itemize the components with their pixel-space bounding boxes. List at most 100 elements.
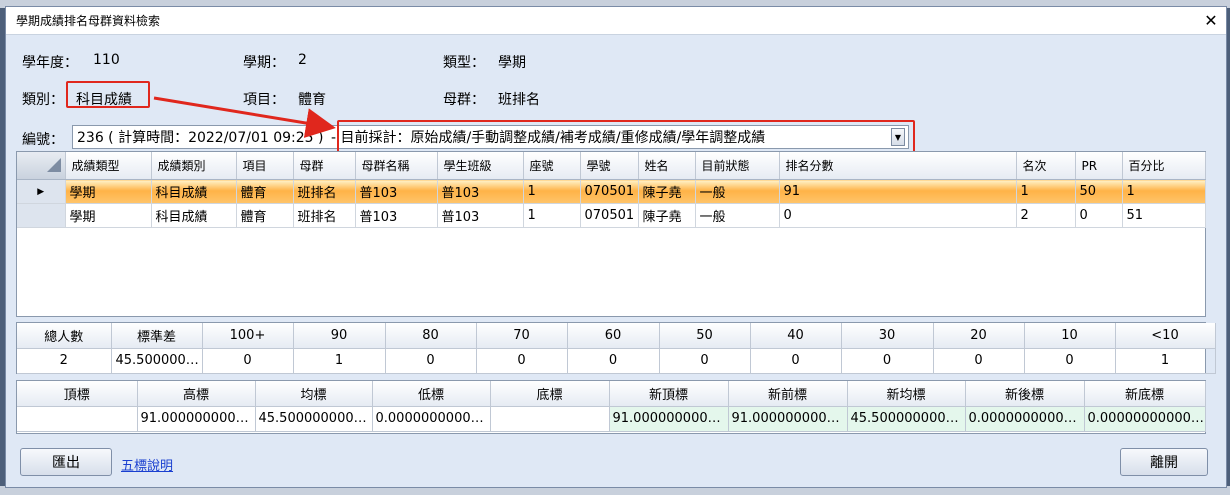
table-cell[interactable]: 學期 [65,203,152,228]
row-header[interactable] [17,203,66,228]
five-marks-header: 新前標 [728,381,848,407]
distribution-value: 0 [750,348,842,374]
distribution-value: 0 [385,348,477,374]
distribution-value: 2 [17,348,112,374]
table-cell[interactable]: 1 [523,179,581,204]
table-cell[interactable]: 科目成績 [151,203,237,228]
distribution-header: 50 [659,323,751,349]
table-cell[interactable]: 1 [1016,179,1076,204]
close-button[interactable]: 離開 [1120,448,1208,476]
export-button[interactable]: 匯出 [20,448,112,476]
distribution-header: <10 [1115,323,1216,349]
distribution-value: 0 [476,348,568,374]
table-cell[interactable]: 50 [1075,179,1123,204]
distribution-header: 10 [1024,323,1116,349]
grid-column-header[interactable]: 名次 [1016,152,1076,180]
table-cell[interactable]: 070501 [580,203,639,228]
distribution-header-row: 總人數 標準差 100+ 90 80 70 60 50 40 30 20 10 <10 [17,323,1216,349]
grid-column-header[interactable]: 母群名稱 [355,152,438,180]
distribution-header: 70 [476,323,568,349]
distribution-table: 總人數 標準差 100+ 90 80 70 60 50 40 30 20 10 <10 2 45.5000… [16,322,1216,374]
table-cell[interactable]: 0 [1075,203,1123,228]
table-cell[interactable]: 體育 [236,203,294,228]
table-row[interactable]: ▶ 學期 科目成績 體育 班排名 普103 普103 1 070501 陳子堯 一般 91 1 50 1 [17,179,1206,204]
table-cell[interactable]: 070501 [580,179,639,204]
distribution-value: 1 [293,348,386,374]
row-header[interactable]: ▶ [17,179,66,204]
five-marks-header: 新底標 [1084,381,1206,407]
table-cell[interactable]: 2 [1016,203,1076,228]
grid-column-header[interactable]: 目前狀態 [695,152,780,180]
grid-column-header[interactable]: 學號 [580,152,639,180]
distribution-header: 20 [933,323,1025,349]
table-cell[interactable]: 一般 [695,179,780,204]
table-cell[interactable]: 0 [779,203,1017,228]
table-cell[interactable]: 1 [1122,179,1206,204]
five-marks-help-link[interactable]: 五標說明 [121,455,173,474]
distribution-header: 30 [841,323,934,349]
grid-column-header[interactable]: 項目 [236,152,294,180]
five-marks-value: 0.00000000000… [1084,406,1206,432]
table-cell[interactable]: 科目成績 [151,179,237,204]
distribution-value: 0 [202,348,294,374]
distribution-value: 0 [841,348,934,374]
five-marks-header: 高標 [137,381,256,407]
distribution-header: 90 [293,323,386,349]
five-marks-value: 91.0000000000… [137,406,256,432]
table-cell[interactable]: 陳子堯 [638,179,696,204]
grid-column-header[interactable]: 百分比 [1122,152,1206,180]
five-marks-header-row: 頂標 高標 均標 低標 底標 新頂標 新前標 新均標 新後標 新底標 [17,381,1206,407]
distribution-header: 總人數 [17,323,112,349]
grid-column-header[interactable]: 成績類別 [151,152,237,180]
rank-data-grid: 成績類型 成績類別 項目 母群 母群名稱 學生班級 座號 學號 姓名 目前狀態 排名分數 名次 PR 百分… [16,151,1206,317]
grid-column-header[interactable]: 排名分數 [779,152,1017,180]
table-cell[interactable]: 普103 [355,179,438,204]
grid-column-header[interactable]: 座號 [523,152,581,180]
five-marks-value-row: 91.0000000000… 45.5000000000… 0.0000000000… [17,406,1206,432]
distribution-value: 0 [659,348,751,374]
grid-column-header[interactable]: 母群 [293,152,356,180]
grid-column-header[interactable]: 學生班級 [437,152,524,180]
five-marks-header: 新後標 [965,381,1085,407]
table-cell[interactable]: 1 [523,203,581,228]
five-marks-header: 均標 [255,381,373,407]
distribution-value: 0 [933,348,1025,374]
five-marks-value: 45.5000000000… [255,406,373,432]
table-row[interactable]: 學期 科目成績 體育 班排名 普103 普103 1 070501 陳子堯 一般 0 2 0 51 [17,203,1206,228]
distribution-value: 1 [1115,348,1216,374]
five-marks-value: 0.00000000000… [372,406,491,432]
table-cell[interactable]: 普103 [355,203,438,228]
distribution-value: 45.500000… [111,348,203,374]
table-cell[interactable]: 91 [779,179,1017,204]
five-marks-value [490,406,610,432]
grid-column-header[interactable]: 成績類型 [65,152,152,180]
distribution-header: 60 [567,323,660,349]
distribution-header: 標準差 [111,323,203,349]
table-cell[interactable]: 班排名 [293,179,356,204]
five-marks-value: 0.00000000000… [965,406,1085,432]
table-cell[interactable]: 普103 [437,203,524,228]
table-cell[interactable]: 學期 [65,179,152,204]
distribution-value-row: 2 45.500000… 0 1 0 0 0 0 0 0 0 0 1 [17,348,1216,374]
five-marks-header: 新均標 [847,381,966,407]
grid-corner-cell[interactable] [17,152,66,180]
grid-header-row: 成績類型 成績類別 項目 母群 母群名稱 學生班級 座號 學號 姓名 目前狀態 排名分數 名次 PR 百分… [17,152,1206,180]
five-marks-value: 45.5000000000… [847,406,966,432]
grid-column-header[interactable]: 姓名 [638,152,696,180]
distribution-value: 0 [567,348,660,374]
five-marks-header: 頂標 [17,381,138,407]
distribution-header: 80 [385,323,477,349]
five-marks-value: 91.0000000000… [609,406,729,432]
table-cell[interactable]: 體育 [236,179,294,204]
distribution-header: 40 [750,323,842,349]
table-cell[interactable]: 普103 [437,179,524,204]
table-cell[interactable]: 一般 [695,203,780,228]
table-cell[interactable]: 51 [1122,203,1206,228]
grid-column-header[interactable]: PR [1075,152,1123,180]
table-cell[interactable]: 班排名 [293,203,356,228]
five-marks-table: 頂標 高標 均標 低標 底標 新頂標 新前標 新均標 新後標 新底標 91.0000000000…… [16,380,1206,434]
five-marks-header: 底標 [490,381,610,407]
table-cell[interactable]: 陳子堯 [638,203,696,228]
five-marks-value [17,406,138,432]
five-marks-header: 低標 [372,381,491,407]
